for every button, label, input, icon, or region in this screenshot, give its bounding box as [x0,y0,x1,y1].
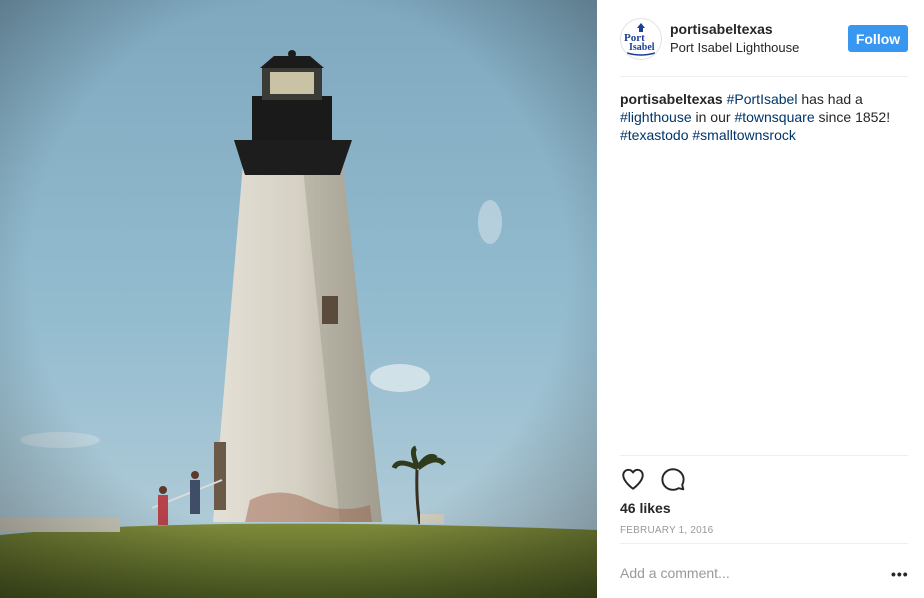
caption-text: has had a [797,91,863,107]
logo-text-isabel: Isabel [629,42,655,53]
divider [620,455,908,456]
hashtag-link[interactable]: #smalltownsrock [692,127,795,143]
port-isabel-logo: Port Isabel [624,23,656,56]
ellipsis-icon[interactable]: ••• [891,566,909,582]
comment-input[interactable] [620,563,870,583]
heart-icon[interactable] [620,466,646,492]
hashtag-link[interactable]: #PortIsabel [727,91,798,107]
hashtag-link[interactable]: #townsquare [734,109,814,125]
caption-author[interactable]: portisabeltexas [620,91,723,107]
post-sidebar: Port Isabel portisabeltexas Port Isabel … [597,0,924,598]
caption-text: in our [691,109,735,125]
location-link[interactable]: Port Isabel Lighthouse [670,40,799,55]
hashtag-link[interactable]: #texastodo [620,127,689,143]
divider [620,543,908,544]
avatar[interactable]: Port Isabel [620,18,662,60]
comment-icon[interactable] [660,466,686,492]
username[interactable]: portisabeltexas [670,21,773,37]
divider [620,76,908,77]
post-caption: portisabeltexas #PortIsabel has had a #l… [620,90,910,144]
post-photo[interactable] [0,0,597,598]
post-date[interactable]: FEBRUARY 1, 2016 [620,525,713,536]
post-header: Port Isabel portisabeltexas Port Isabel … [597,0,924,76]
caption-text: since 1852! [814,109,891,125]
like-count[interactable]: 46 likes [620,500,671,516]
follow-button[interactable]: Follow [848,25,908,52]
lighthouse-photo [0,0,597,598]
hashtag-link[interactable]: #lighthouse [620,109,692,125]
